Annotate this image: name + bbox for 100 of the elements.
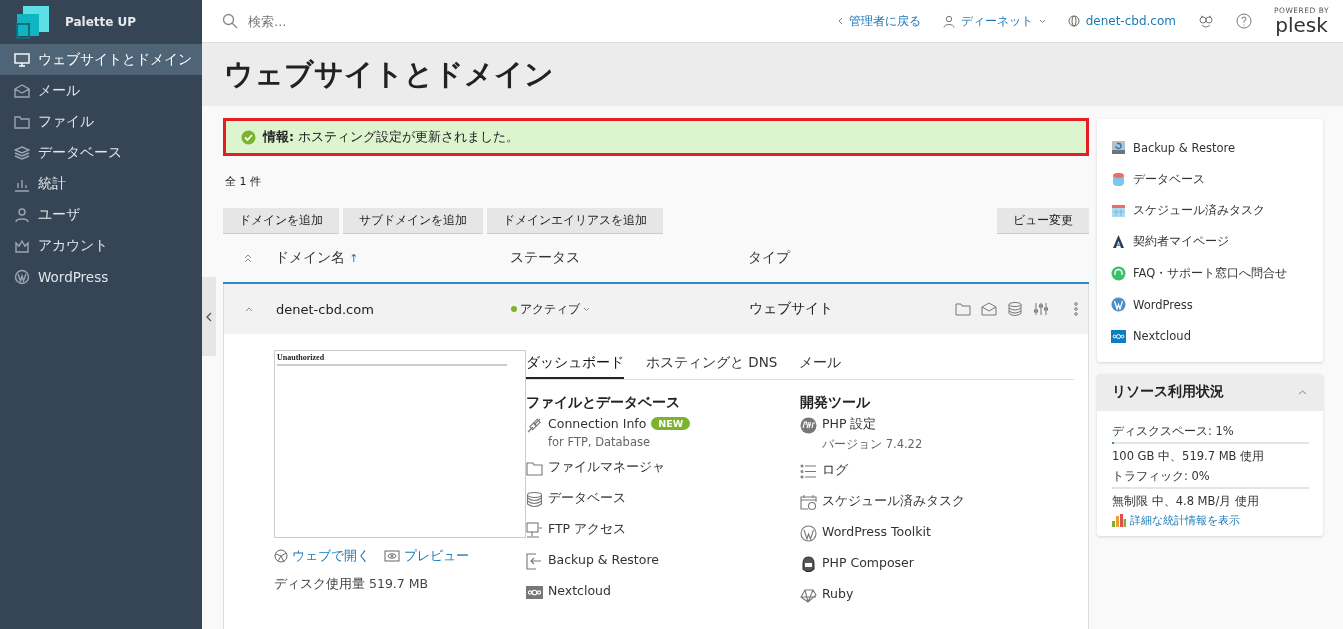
meter-label: トラフィック: 0% — [1112, 468, 1211, 484]
tab[interactable]: ホスティングと DNS — [646, 350, 778, 379]
tab[interactable]: メール — [799, 350, 842, 379]
wp-icon — [14, 268, 30, 285]
panel-title: リソース利用状況 — [1112, 383, 1224, 402]
folder-icon[interactable] — [955, 302, 971, 316]
calendar-icon — [1111, 202, 1126, 218]
message-text: 情報: ホスティング設定が更新されました。 — [263, 128, 519, 146]
back-link[interactable]: 管理者に戻る — [837, 12, 921, 30]
group-title: 開発ツール — [800, 394, 871, 412]
collapse-icon[interactable] — [1298, 389, 1307, 395]
quick-link[interactable]: 契約者マイページ — [1111, 226, 1323, 258]
action-button[interactable]: ドメインエイリアスを追加 — [487, 208, 663, 234]
page-title: ウェブサイトとドメイン — [224, 55, 554, 93]
quick-link[interactable]: WordPress — [1111, 288, 1323, 321]
column-header[interactable]: ステータス — [510, 249, 748, 267]
domain-link[interactable]: denet-cbd.com — [1067, 14, 1176, 28]
tab[interactable]: ダッシュボード — [526, 350, 624, 379]
owl-icon[interactable] — [1198, 13, 1214, 29]
more-icon[interactable] — [1073, 302, 1079, 316]
help-icon[interactable] — [1236, 13, 1252, 29]
action-button[interactable]: サブドメインを追加 — [343, 208, 483, 234]
group-title: ファイルとデータベース — [526, 394, 681, 412]
meter-detail: 100 GB 中、519.7 MB 使用 — [1112, 448, 1266, 464]
user-icon — [14, 206, 30, 223]
new-badge: NEW — [651, 417, 691, 430]
tool-description: バージョン 7.4.22 — [822, 437, 923, 452]
tool-link[interactable]: WordPress Toolkit — [822, 524, 931, 539]
ruby-icon — [800, 587, 817, 604]
tool-link[interactable]: Nextcloud — [548, 583, 611, 598]
caret-icon — [1038, 18, 1046, 24]
status-dot — [511, 306, 517, 312]
tool-link[interactable]: FTP アクセス — [548, 521, 627, 538]
user-menu[interactable]: ディーネット — [942, 12, 1046, 30]
sidebar-item[interactable]: データベース — [0, 137, 202, 168]
logo-icon — [15, 4, 51, 40]
domain-name[interactable]: denet-cbd.com — [276, 301, 511, 317]
sidebar-toggle[interactable] — [202, 277, 216, 356]
chevron-left-icon — [206, 311, 212, 322]
tool-link[interactable]: データベース — [548, 490, 626, 507]
folder-icon — [14, 113, 30, 130]
sidebar-item[interactable]: WordPress — [0, 261, 202, 292]
globe-icon — [1067, 15, 1080, 27]
status-dropdown[interactable]: アクティブ — [511, 300, 749, 318]
bar-chart-icon — [1112, 513, 1126, 527]
sliders-icon[interactable] — [1033, 302, 1049, 316]
globe-icon — [274, 549, 288, 563]
tool-link[interactable]: PHP 設定 — [822, 416, 877, 433]
tool-link[interactable]: PHP Composer — [822, 555, 914, 570]
tool-link[interactable]: Backup & Restore — [548, 552, 659, 567]
quick-link[interactable]: データベース — [1111, 163, 1323, 195]
domain-row[interactable]: denet-cbd.com アクティブ ウェブサイト — [223, 284, 1089, 334]
meter-label: ディスクスペース: 1% — [1112, 423, 1235, 439]
quick-link[interactable]: FAQ・サポート窓口へ問合せ — [1111, 257, 1323, 289]
nextcloud-icon — [1111, 328, 1126, 344]
mail-icon — [14, 82, 30, 99]
sidebar-item[interactable]: ユーザ — [0, 199, 202, 230]
ftp-icon — [526, 522, 543, 539]
tool-link[interactable]: ファイルマネージャ — [548, 459, 665, 476]
preview-link[interactable]: プレビュー — [384, 547, 469, 565]
quick-link[interactable]: Backup & Restore — [1111, 132, 1323, 164]
list-icon — [800, 463, 817, 480]
sidebar-item[interactable]: 統計 — [0, 168, 202, 199]
crown-icon — [14, 237, 30, 254]
sidebar-item[interactable]: ウェブサイトとドメイン — [0, 44, 202, 75]
open-web-link[interactable]: ウェブで開く — [274, 547, 370, 565]
db-icon — [526, 491, 543, 508]
sidebar-item[interactable]: メール — [0, 75, 202, 106]
tool-link[interactable]: Connection Info — [548, 416, 647, 431]
sidebar-item[interactable]: アカウント — [0, 230, 202, 261]
database-icon[interactable] — [1007, 302, 1023, 316]
expand-toggle-icon[interactable] — [245, 306, 253, 312]
caret-icon — [583, 306, 590, 312]
tool-link[interactable]: ログ — [822, 462, 848, 479]
mail-icon[interactable] — [981, 302, 997, 316]
tool-link[interactable]: Ruby — [822, 586, 854, 601]
headset-icon — [1111, 265, 1126, 281]
nc-icon — [526, 584, 543, 601]
wordpress-icon — [1111, 297, 1126, 313]
eye-icon — [384, 550, 400, 562]
tool-link[interactable]: スケジュール済みタスク — [822, 493, 965, 510]
search-icon — [222, 13, 238, 29]
backup-icon — [526, 553, 543, 570]
column-header[interactable]: タイプ — [748, 249, 948, 267]
statistics-link[interactable]: 詳細な統計情報を表示 — [1112, 512, 1309, 528]
column-header[interactable]: ドメイン名 ↑ — [275, 249, 510, 267]
cal-icon — [800, 494, 817, 511]
tool-description: for FTP, Database — [548, 435, 652, 449]
sidebar-item[interactable]: ファイル — [0, 106, 202, 137]
monitor-icon — [14, 51, 30, 68]
user-icon — [942, 14, 955, 28]
quick-link[interactable]: Nextcloud — [1111, 320, 1323, 352]
action-button[interactable]: ドメインを追加 — [223, 208, 339, 234]
php-icon — [800, 417, 817, 434]
collapse-all-icon[interactable] — [244, 253, 252, 263]
preview-title: Unauthorized — [277, 353, 326, 362]
letter-a-icon — [1111, 234, 1126, 250]
view-button[interactable]: ビュー変更 — [997, 208, 1089, 234]
quick-link[interactable]: スケジュール済みタスク — [1111, 194, 1323, 227]
wp-icon — [800, 525, 817, 542]
